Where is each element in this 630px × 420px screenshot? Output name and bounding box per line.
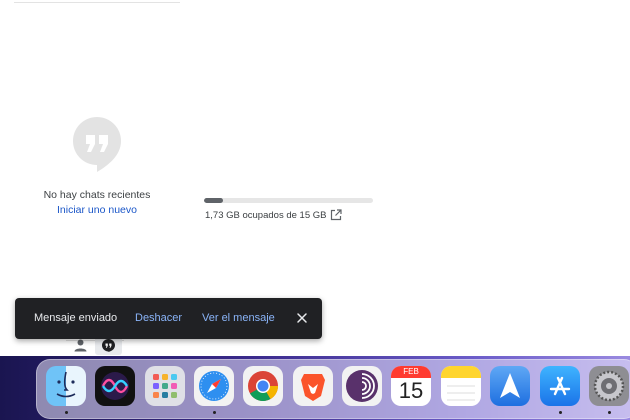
storage-usage-text: 1,73 GB ocupados de 15 GB	[205, 210, 327, 221]
calendar-month: FEB	[403, 367, 419, 376]
safari-icon[interactable]	[194, 366, 234, 406]
launchpad-icon[interactable]	[145, 366, 185, 406]
spark-icon[interactable]	[490, 366, 530, 406]
external-link-icon[interactable]	[330, 209, 342, 221]
snackbar: Mensaje enviado Deshacer Ver el mensaje	[15, 298, 322, 339]
chrome-icon[interactable]	[243, 366, 283, 406]
running-indicator	[65, 411, 68, 414]
undo-button[interactable]: Deshacer	[135, 312, 182, 324]
notes-icon[interactable]	[441, 366, 481, 406]
close-icon[interactable]	[295, 311, 309, 325]
running-indicator	[559, 411, 562, 414]
running-indicator	[213, 411, 216, 414]
finder-icon[interactable]	[46, 366, 86, 406]
brave-icon[interactable]	[293, 366, 333, 406]
app-store-icon[interactable]	[540, 366, 580, 406]
calendar-icon[interactable]: FEB 15	[391, 366, 431, 406]
divider	[14, 2, 180, 3]
start-new-chat-link[interactable]: Iniciar uno nuevo	[20, 204, 174, 216]
view-message-button[interactable]: Ver el mensaje	[202, 312, 275, 324]
calendar-day: 15	[398, 378, 424, 403]
snackbar-message: Mensaje enviado	[34, 312, 118, 324]
contacts-tab-icon[interactable]	[73, 339, 88, 352]
hangouts-tab-icon	[102, 339, 115, 352]
hangouts-bubble-icon	[73, 117, 121, 172]
tor-browser-icon[interactable]	[342, 366, 382, 406]
no-chats-text: No hay chats recientes	[43, 189, 151, 201]
system-preferences-icon[interactable]	[589, 366, 629, 406]
storage-progress-fill	[204, 198, 224, 203]
running-indicator	[608, 411, 611, 414]
siri-icon[interactable]	[95, 366, 135, 406]
storage-progress-bar	[204, 198, 373, 203]
